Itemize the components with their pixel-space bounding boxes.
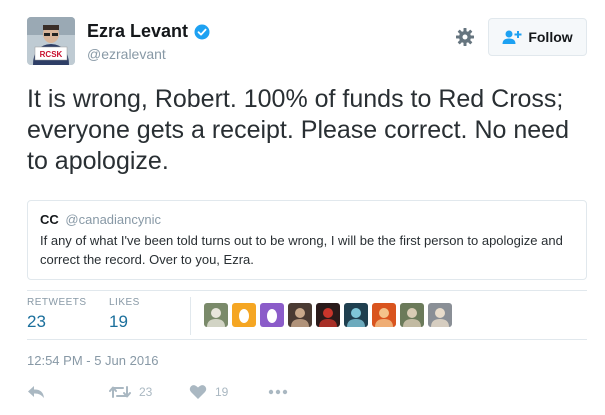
reply-icon (28, 386, 44, 398)
follow-button-label: Follow (528, 29, 573, 45)
avatar-sign-text: RCSK (40, 50, 63, 59)
follow-person-plus-icon (502, 30, 522, 44)
tweet-stats: RETWEETS 23 LIKES 19 (27, 290, 587, 340)
follow-button[interactable]: Follow (488, 18, 587, 56)
liker-avatar-3[interactable] (260, 303, 284, 327)
liker-avatar-7[interactable] (372, 303, 396, 327)
tweet-timestamp[interactable]: 12:54 PM - 5 Jun 2016 (27, 353, 159, 368)
tweet-text: It is wrong, Robert. 100% of funds to Re… (27, 85, 569, 175)
tweet-header: RCSK Ezra Levant @ezralevant Follow (27, 17, 587, 69)
liker-avatar-1[interactable] (204, 303, 228, 327)
retweets-stat[interactable]: RETWEETS 23 (27, 297, 87, 332)
liker-avatar-9[interactable] (428, 303, 452, 327)
likes-count: 19 (109, 312, 128, 331)
quoted-tweet-text: If any of what I've been told turns out … (40, 233, 563, 267)
verified-badge-icon (194, 24, 210, 40)
heart-icon (189, 385, 207, 399)
quoted-tweet-handle: @canadiancynic (65, 212, 161, 227)
retweet-button[interactable]: 23 (109, 384, 152, 400)
quoted-tweet-card[interactable]: CC @canadiancynic If any of what I've be… (27, 200, 587, 280)
retweet-action-count: 23 (139, 385, 153, 399)
author-handle[interactable]: @ezralevant (87, 46, 210, 62)
liker-avatar-5[interactable] (316, 303, 340, 327)
retweet-icon (109, 386, 131, 398)
likes-label: LIKES (109, 297, 140, 308)
liker-avatars (204, 303, 452, 327)
like-action-count: 19 (215, 385, 229, 399)
retweets-label: RETWEETS (27, 297, 87, 308)
liker-avatar-2[interactable] (232, 303, 256, 327)
more-icon (268, 389, 288, 395)
quoted-tweet-name: CC (40, 212, 59, 227)
stats-divider (190, 297, 191, 335)
gear-icon[interactable] (455, 27, 475, 47)
author-name-block: Ezra Levant @ezralevant (87, 21, 210, 62)
more-button[interactable] (267, 384, 297, 400)
author-display-name-text: Ezra Levant (87, 21, 189, 41)
like-button[interactable]: 19 (189, 384, 228, 400)
tweet-actions: 23 19 (27, 384, 587, 404)
reply-button[interactable] (27, 384, 53, 400)
author-avatar[interactable]: RCSK (27, 17, 75, 65)
quoted-tweet-header: CC @canadiancynic (40, 212, 574, 227)
likes-stat[interactable]: LIKES 19 (109, 297, 140, 332)
retweets-count: 23 (27, 312, 46, 331)
liker-avatar-6[interactable] (344, 303, 368, 327)
liker-avatar-8[interactable] (400, 303, 424, 327)
author-display-name[interactable]: Ezra Levant (87, 21, 210, 42)
liker-avatar-4[interactable] (288, 303, 312, 327)
